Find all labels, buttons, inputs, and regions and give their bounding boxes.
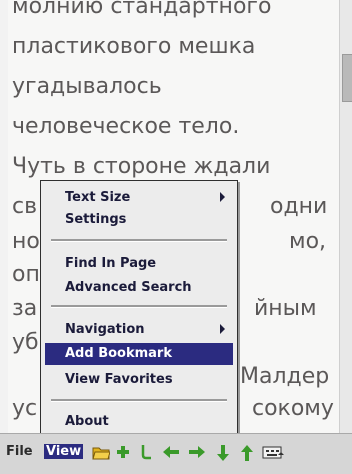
arrow-left-icon[interactable]	[162, 444, 180, 464]
menu-item-about[interactable]: About	[45, 411, 233, 433]
text-fragment: сокому	[252, 396, 334, 421]
text-line: Чуть в стороне ждали	[12, 154, 271, 179]
file-menu-button[interactable]: File	[6, 444, 33, 459]
text-fragment: йным	[254, 296, 317, 321]
menu-item-settings[interactable]: Settings	[45, 209, 233, 231]
text-fragment: мо,	[289, 229, 327, 254]
menu-item-navigation[interactable]: Navigation	[45, 319, 233, 341]
arrow-up-icon[interactable]	[240, 444, 254, 466]
text-line: человеческое тело.	[12, 114, 240, 139]
menu-item-advanced-search[interactable]: Advanced Search	[45, 277, 233, 299]
text-line: оп	[12, 262, 40, 287]
text-line: ус	[12, 396, 38, 421]
menu-item-label: Text Size	[65, 190, 131, 205]
menu-item-find-in-page[interactable]: Find In Page	[45, 253, 233, 275]
text-line: но	[12, 229, 40, 254]
open-folder-icon[interactable]	[92, 444, 111, 464]
menu-separator	[51, 399, 227, 402]
menu-item-text-size[interactable]: Text Size	[45, 187, 233, 209]
menu-item-label: Settings	[65, 212, 127, 227]
text-line: угадывалось	[12, 74, 162, 99]
submenu-arrow-icon	[220, 324, 225, 334]
text-line: св	[12, 194, 38, 219]
bottom-menubar: File View	[0, 433, 352, 474]
vertical-scrollbar[interactable]	[339, 0, 352, 433]
menu-item-label: Add Bookmark	[65, 346, 172, 361]
menu-item-label: Advanced Search	[65, 280, 192, 295]
add-plus-icon[interactable]	[116, 444, 130, 464]
hook-icon[interactable]	[140, 444, 152, 464]
text-line: уб	[12, 330, 39, 355]
menu-item-add-bookmark[interactable]: Add Bookmark	[45, 343, 233, 365]
menu-item-label: Find In Page	[65, 256, 157, 271]
text-fragment: одни	[270, 194, 328, 219]
menu-separator	[51, 305, 227, 308]
menu-item-label: Navigation	[65, 322, 145, 337]
arrow-right-icon[interactable]	[188, 444, 206, 464]
text-fragment: Малдер	[240, 364, 330, 389]
menu-item-label: View Favorites	[65, 372, 173, 387]
keyboard-icon[interactable]	[262, 444, 284, 464]
scrollbar-thumb[interactable]	[342, 54, 352, 102]
submenu-arrow-icon	[220, 192, 225, 202]
device-screen: молнию стандартного пластикового мешка у…	[0, 0, 352, 474]
arrow-down-icon[interactable]	[216, 444, 230, 466]
text-line: пластикового мешка	[12, 34, 256, 59]
view-menu-popup: Text Size Settings Find In Page Advanced…	[40, 180, 238, 440]
menu-item-label: About	[65, 414, 109, 429]
view-menu-button[interactable]: View	[44, 444, 84, 459]
text-line: молнию стандартного	[12, 0, 272, 19]
menu-item-view-favorites[interactable]: View Favorites	[45, 369, 233, 391]
text-line: за	[12, 296, 38, 321]
menu-separator	[51, 239, 227, 242]
